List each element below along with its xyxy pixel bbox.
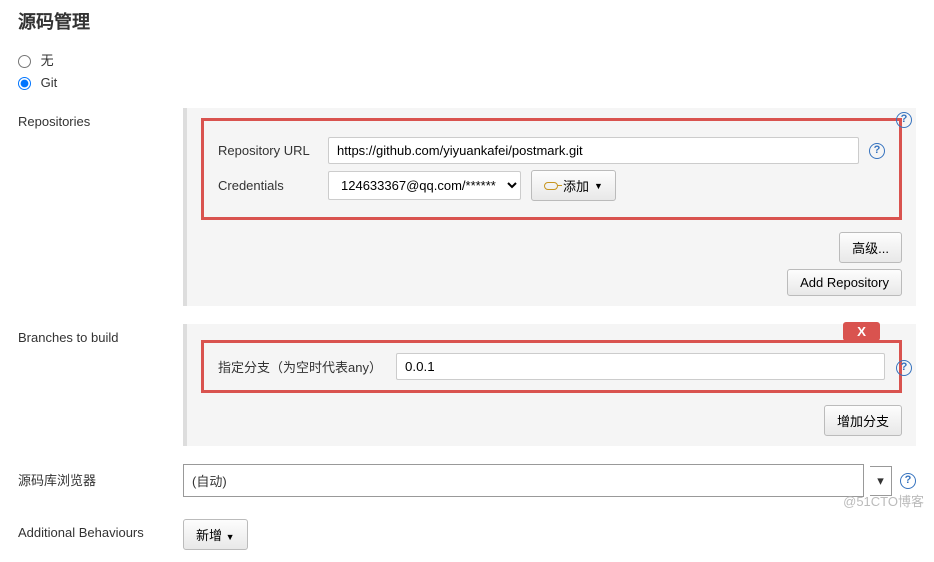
- branch-specifier-input[interactable]: [396, 353, 885, 380]
- branches-label: Branches to build: [18, 324, 183, 446]
- behaviours-add-button[interactable]: 新增 ▼: [183, 519, 248, 550]
- add-branch-button[interactable]: 增加分支: [824, 405, 902, 436]
- scm-none-radio[interactable]: [18, 55, 31, 68]
- repositories-label: Repositories: [18, 108, 183, 306]
- credentials-select[interactable]: 124633367@qq.com/******: [328, 171, 521, 200]
- credentials-label: Credentials: [218, 178, 328, 193]
- key-icon: [544, 182, 558, 190]
- chevron-down-icon: ▼: [594, 181, 603, 191]
- behaviours-label: Additional Behaviours: [18, 519, 183, 550]
- scm-git-option[interactable]: Git: [18, 75, 57, 90]
- advanced-button[interactable]: 高级...: [839, 232, 902, 263]
- repo-browser-label: 源码库浏览器: [18, 464, 183, 497]
- credentials-add-button[interactable]: 添加 ▼: [531, 170, 616, 201]
- scm-git-label: Git: [41, 75, 58, 90]
- scm-git-radio[interactable]: [18, 77, 31, 90]
- branches-highlight: 指定分支（为空时代表any）: [201, 340, 902, 393]
- delete-branch-button[interactable]: X: [843, 322, 880, 341]
- help-icon[interactable]: ?: [869, 143, 885, 159]
- chevron-down-icon: ▼: [226, 532, 235, 542]
- scm-none-option[interactable]: 无: [18, 53, 54, 68]
- scm-none-label: 无: [41, 53, 54, 68]
- help-icon[interactable]: ?: [896, 360, 912, 376]
- behaviours-add-label: 新增: [196, 528, 222, 543]
- page-title: 源码管理: [18, 8, 916, 34]
- help-icon[interactable]: ?: [896, 112, 912, 128]
- repo-url-input[interactable]: [328, 137, 859, 164]
- repositories-highlight: Repository URL ? Credentials 124633367@q…: [201, 118, 902, 220]
- watermark: @51CTO博客: [843, 491, 924, 510]
- add-repository-button[interactable]: Add Repository: [787, 269, 902, 296]
- help-icon[interactable]: ?: [900, 473, 916, 489]
- branch-specifier-label: 指定分支（为空时代表any）: [218, 357, 382, 376]
- credentials-add-label: 添加: [563, 176, 589, 195]
- repo-browser-select[interactable]: (自动): [183, 464, 864, 497]
- repo-url-label: Repository URL: [218, 143, 328, 158]
